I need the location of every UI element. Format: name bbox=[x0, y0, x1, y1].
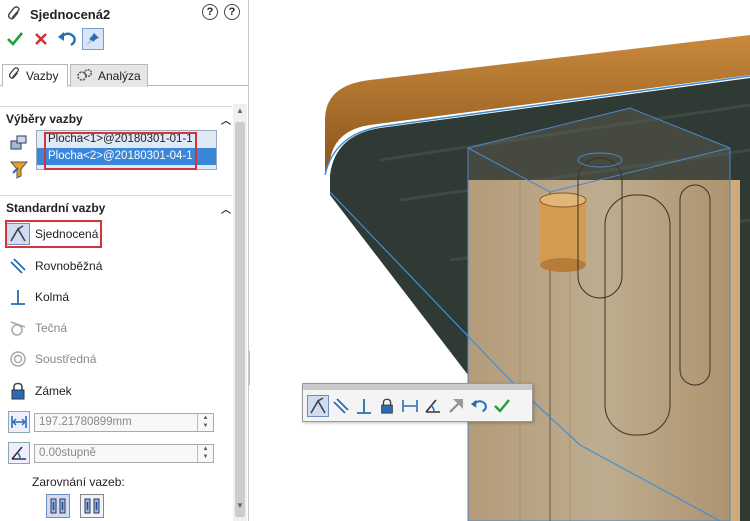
selection-entities-icon bbox=[8, 132, 30, 154]
tab-analysis[interactable]: Analýza bbox=[70, 64, 148, 87]
paperclip-icon bbox=[8, 67, 21, 84]
tangent-icon bbox=[6, 317, 30, 339]
mate-label: Kolmá bbox=[35, 290, 70, 304]
scroll-up-icon[interactable]: ▲ bbox=[233, 104, 247, 118]
lock-icon[interactable] bbox=[376, 395, 398, 417]
coincident-icon[interactable] bbox=[307, 395, 329, 417]
angle-icon[interactable] bbox=[422, 395, 444, 417]
mate-label: Soustředná bbox=[35, 352, 97, 366]
mate-label: Zámek bbox=[35, 384, 72, 398]
toolbar-titlebar[interactable] bbox=[303, 384, 532, 390]
mate-perpendicular[interactable]: Kolmá bbox=[6, 286, 69, 308]
lock-icon bbox=[6, 380, 30, 402]
mate-alignment-label: Zarovnání vazeb: bbox=[32, 475, 125, 489]
paperclip-icon bbox=[6, 5, 24, 23]
spinner-icon[interactable]: ▲ ▼ bbox=[197, 413, 213, 431]
angle-field[interactable]: 0.00stupně ▲ ▼ bbox=[34, 443, 214, 463]
distance-icon[interactable] bbox=[8, 411, 30, 433]
section-divider bbox=[0, 106, 232, 107]
concentric-icon bbox=[6, 348, 30, 370]
scroll-down-icon[interactable]: ▼ bbox=[233, 499, 247, 513]
anti-aligned-button[interactable] bbox=[80, 494, 104, 518]
mate-alignment-buttons bbox=[46, 494, 104, 518]
cancel-button[interactable] bbox=[30, 28, 52, 50]
aligned-button[interactable] bbox=[46, 494, 70, 518]
mate-context-toolbar bbox=[302, 383, 533, 422]
ok-icon[interactable] bbox=[491, 395, 513, 417]
gears-icon bbox=[77, 68, 93, 85]
property-manager-panel: Sjednocená2 ? ? Vazby Analýza ▲ ▼ Výběry… bbox=[0, 0, 249, 521]
ok-button[interactable] bbox=[4, 28, 26, 50]
chevron-up-icon[interactable]: ︿ bbox=[221, 112, 231, 127]
mate-parallel[interactable]: Rovnoběžná bbox=[6, 255, 102, 277]
undo-icon[interactable] bbox=[468, 395, 490, 417]
parallel-icon bbox=[6, 255, 30, 277]
perpendicular-icon bbox=[6, 286, 30, 308]
mate-lock[interactable]: Zámek bbox=[6, 380, 72, 402]
model-view-3d bbox=[324, 35, 750, 521]
distance-value: 197.21780899mm bbox=[39, 415, 132, 428]
mate-label: Tečná bbox=[35, 321, 68, 335]
whats-new-icon[interactable]: ? bbox=[202, 4, 218, 20]
angle-value: 0.00stupně bbox=[39, 446, 96, 459]
annotation-highlight bbox=[44, 132, 197, 170]
perpendicular-icon[interactable] bbox=[353, 395, 375, 417]
graphics-area[interactable] bbox=[250, 0, 750, 521]
mate-selections-header[interactable]: Výběry vazby ︿ bbox=[6, 111, 231, 127]
mate-concentric[interactable]: Soustředná bbox=[6, 348, 96, 370]
annotation-highlight bbox=[5, 220, 102, 248]
tab-mates[interactable]: Vazby bbox=[2, 64, 68, 87]
action-buttons bbox=[4, 28, 104, 50]
scroll-thumb[interactable] bbox=[235, 122, 245, 517]
tab-bar: Vazby Analýza bbox=[0, 62, 249, 87]
distance-icon[interactable] bbox=[399, 395, 421, 417]
mate-filter-icon[interactable] bbox=[8, 158, 30, 180]
undo-button[interactable] bbox=[56, 28, 78, 50]
distance-field[interactable]: 197.21780899mm ▲ ▼ bbox=[34, 412, 214, 432]
page-title: Sjednocená2 bbox=[30, 6, 111, 22]
parallel-icon[interactable] bbox=[330, 395, 352, 417]
pin-button[interactable] bbox=[82, 28, 104, 50]
title-row: Sjednocená2 ? ? bbox=[6, 4, 244, 24]
distance-row: 197.21780899mm ▲ ▼ bbox=[8, 411, 214, 433]
section-title: Standardní vazby bbox=[6, 201, 106, 215]
tab-label: Vazby bbox=[26, 68, 59, 83]
chevron-up-icon[interactable]: ︿ bbox=[221, 201, 231, 216]
section-title: Výběry vazby bbox=[6, 112, 83, 126]
mate-tangent[interactable]: Tečná bbox=[6, 317, 67, 339]
section-divider bbox=[0, 195, 232, 196]
flip-alignment-icon[interactable] bbox=[445, 395, 467, 417]
spinner-icon[interactable]: ▲ ▼ bbox=[197, 444, 213, 462]
tab-label: Analýza bbox=[98, 69, 141, 83]
angle-row: 0.00stupně ▲ ▼ bbox=[8, 442, 214, 464]
standard-mates-header[interactable]: Standardní vazby ︿ bbox=[6, 200, 231, 216]
angle-icon[interactable] bbox=[8, 442, 30, 464]
mate-label: Rovnoběžná bbox=[35, 259, 103, 273]
help-icon[interactable]: ? bbox=[224, 4, 240, 20]
panel-scrollbar[interactable]: ▲ ▼ bbox=[233, 104, 247, 521]
